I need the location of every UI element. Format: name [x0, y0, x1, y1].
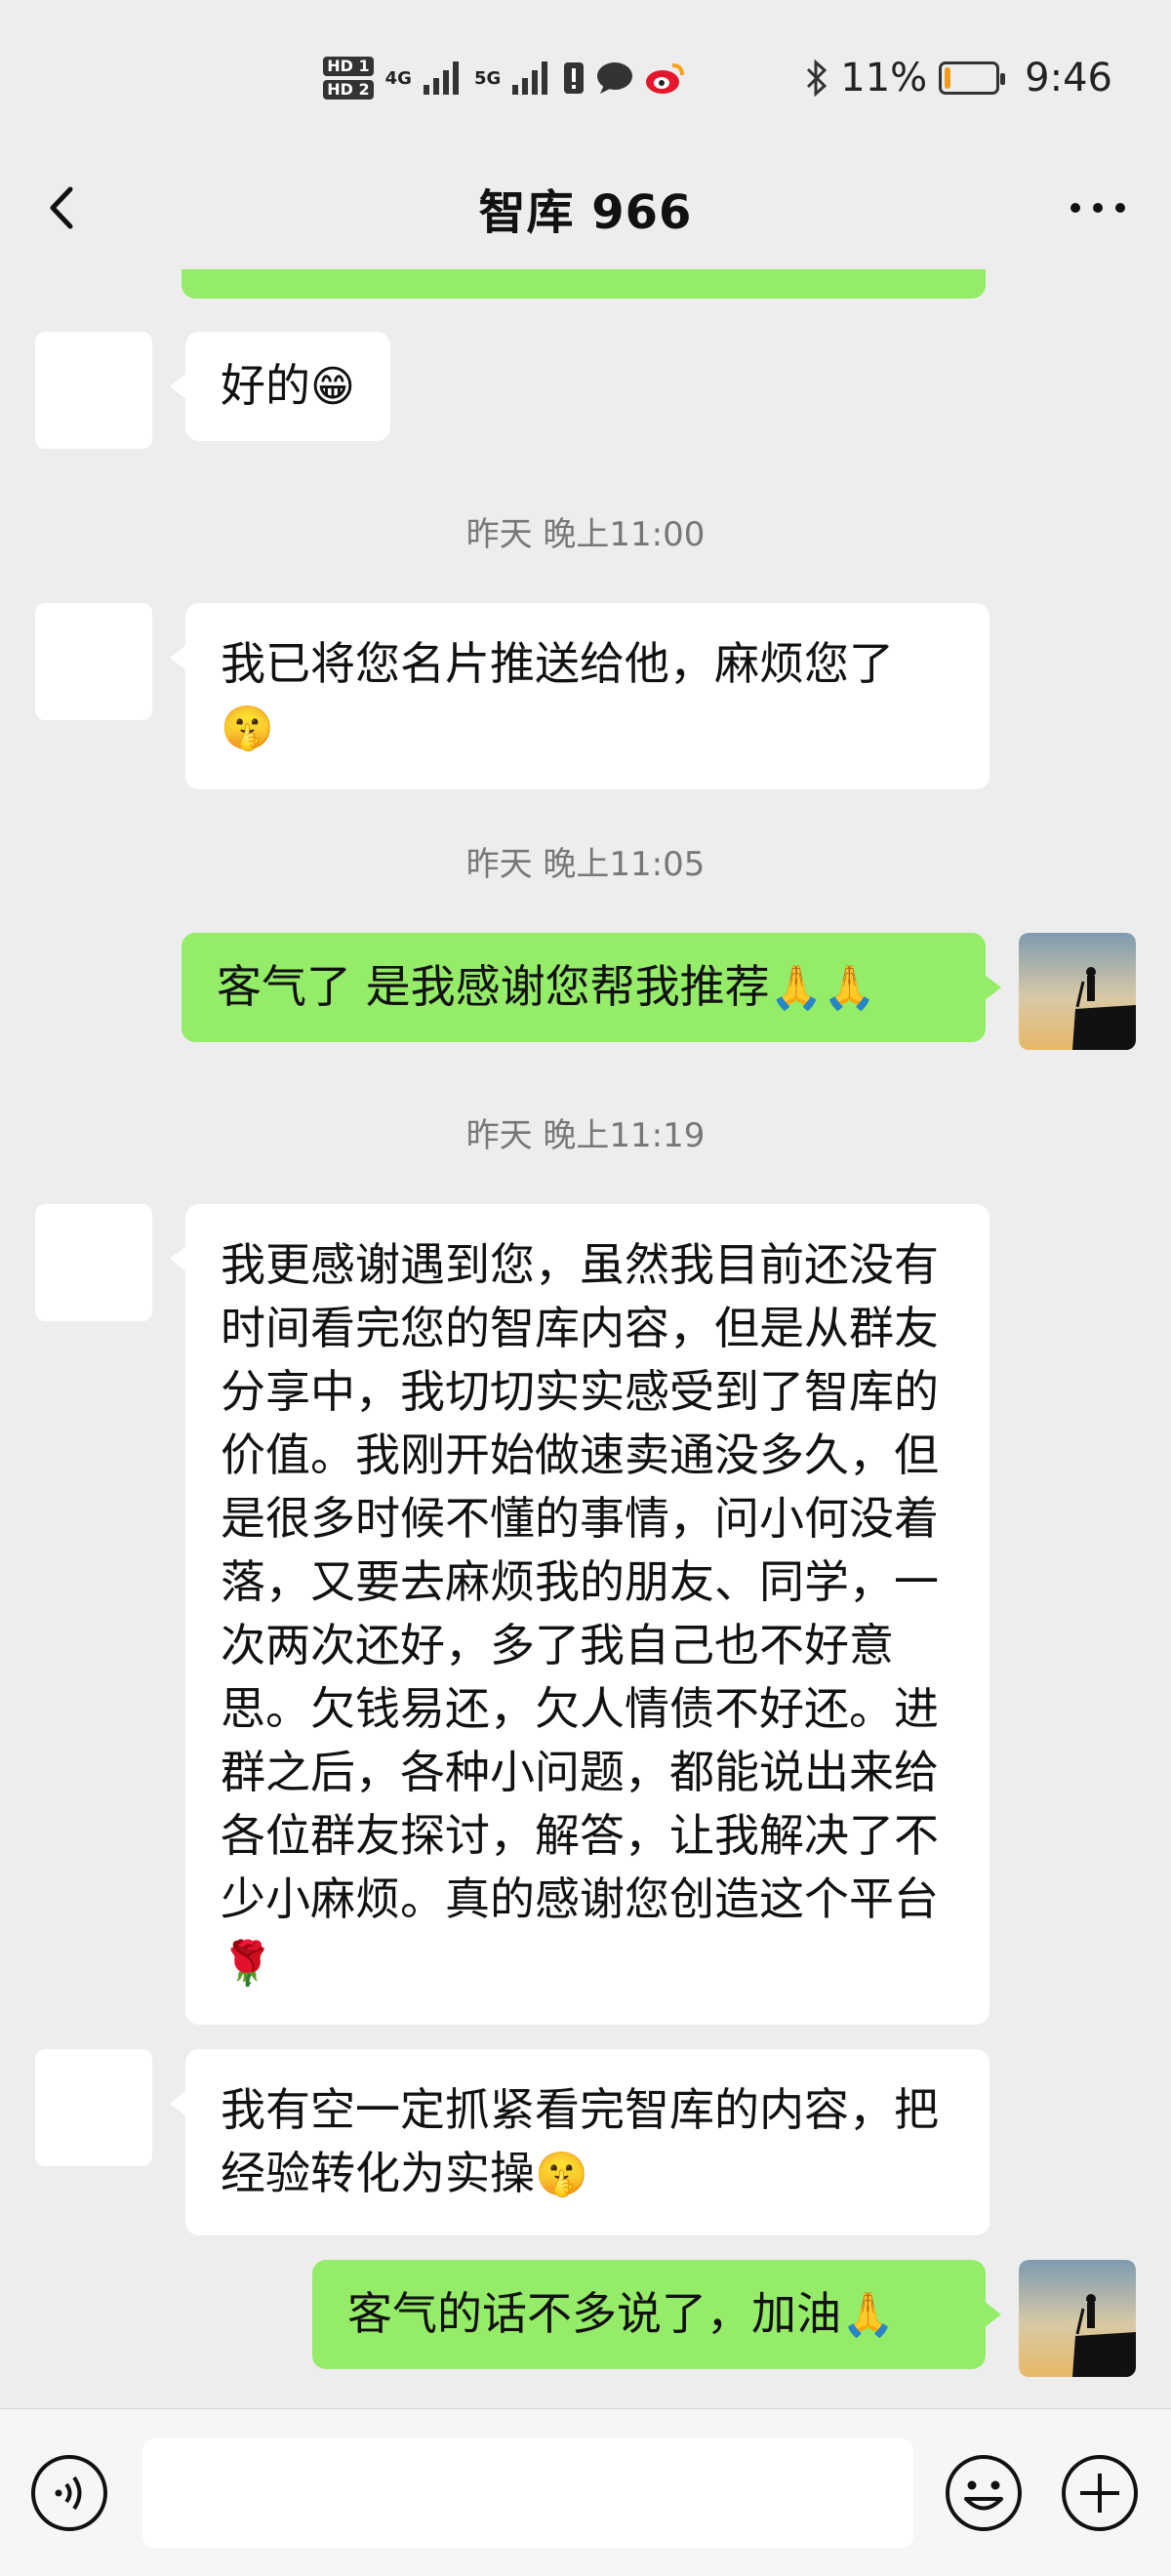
contact-avatar[interactable]	[35, 1204, 152, 1321]
my-avatar[interactable]	[1019, 2260, 1136, 2377]
back-arrow-icon[interactable]	[39, 183, 88, 232]
message-bubble-incoming[interactable]: 我有空一定抓紧看完智库的内容，把经验转化为实操🤫	[170, 2049, 989, 2235]
signal-bars-icon	[423, 61, 459, 95]
shushing-face-emoji: 🤫	[535, 2150, 588, 2199]
message-bubble-outgoing[interactable]: 客气的话不多说了，加油🙏	[312, 2260, 1001, 2369]
contact-avatar[interactable]	[35, 603, 152, 720]
grinning-face-emoji: 😁	[310, 362, 355, 412]
chat-title: 智库 966	[478, 185, 693, 240]
rose-emoji: 🌹	[221, 1939, 274, 1989]
hd2-label: HD 2	[323, 80, 374, 100]
status-bar: HD 1 HD 2 4G 5G 11% 9:46	[0, 0, 1171, 156]
my-avatar[interactable]	[1019, 933, 1136, 1050]
input-bar	[0, 2408, 1171, 2576]
folded-hands-emoji: 🙏🙏	[769, 963, 877, 1013]
clock: 9:46	[1025, 56, 1112, 101]
voice-input-icon[interactable]	[29, 2453, 109, 2533]
network-indicators: HD 1 HD 2 4G 5G	[323, 57, 685, 100]
message-text: 我更感谢遇到您，虽然我目前还没有时间看完您的智库内容，但是从群友分享中，我切切实…	[221, 1238, 939, 1925]
message-text: 好的	[221, 359, 310, 412]
shushing-face-emoji: 🤫	[221, 704, 274, 753]
hd-indicator: HD 1 HD 2	[323, 57, 374, 100]
alert-icon	[564, 62, 585, 94]
chat-header: 智库 966	[0, 156, 1171, 260]
timestamp: 昨天 晚上11:00	[465, 515, 706, 554]
contact-avatar[interactable]	[35, 2049, 152, 2166]
contact-avatar[interactable]	[35, 332, 152, 449]
message-bubble-outgoing[interactable]: 客气了 是我感谢您帮我推荐🙏🙏	[182, 933, 1001, 1042]
system-indicators: 11% 9:46	[805, 56, 1112, 101]
message-text: 我已将您名片推送给他，麻烦您了	[221, 637, 894, 690]
hd1-label: HD 1	[323, 57, 374, 76]
battery-fill	[945, 67, 951, 89]
previous-message-bubble[interactable]	[182, 269, 986, 299]
message-text: 客气的话不多说了，加油	[347, 2287, 841, 2340]
signal1-label: 4G	[384, 67, 412, 89]
message-text: 客气了 是我感谢您帮我推荐	[217, 960, 770, 1013]
battery-percent: 11%	[840, 56, 928, 101]
message-bubble-incoming[interactable]: 我更感谢遇到您，虽然我目前还没有时间看完您的智库内容，但是从群友分享中，我切切实…	[170, 1204, 989, 2025]
battery-icon	[939, 61, 1006, 95]
timestamp: 昨天 晚上11:05	[465, 845, 706, 884]
signal2-label: 5G	[473, 67, 502, 89]
timestamp: 昨天 晚上11:19	[465, 1116, 706, 1155]
more-options-icon[interactable]	[1064, 188, 1132, 227]
plus-more-icon[interactable]	[1060, 2453, 1140, 2533]
bluetooth-icon	[807, 60, 828, 97]
chat-screen: HD 1 HD 2 4G 5G 11% 9:46 智库 966 好的😁 昨天 晚…	[0, 0, 1171, 2576]
folded-hands-emoji: 🙏	[841, 2290, 895, 2340]
signal-bars-icon	[512, 61, 548, 95]
emoji-picker-icon[interactable]	[944, 2453, 1024, 2533]
chat-bubble-icon	[597, 62, 633, 94]
message-input[interactable]	[142, 2438, 913, 2548]
message-bubble-incoming[interactable]: 我已将您名片推送给他，麻烦您了 🤫	[170, 603, 989, 789]
message-bubble-incoming[interactable]: 好的😁	[170, 332, 390, 441]
weibo-icon	[646, 63, 685, 94]
